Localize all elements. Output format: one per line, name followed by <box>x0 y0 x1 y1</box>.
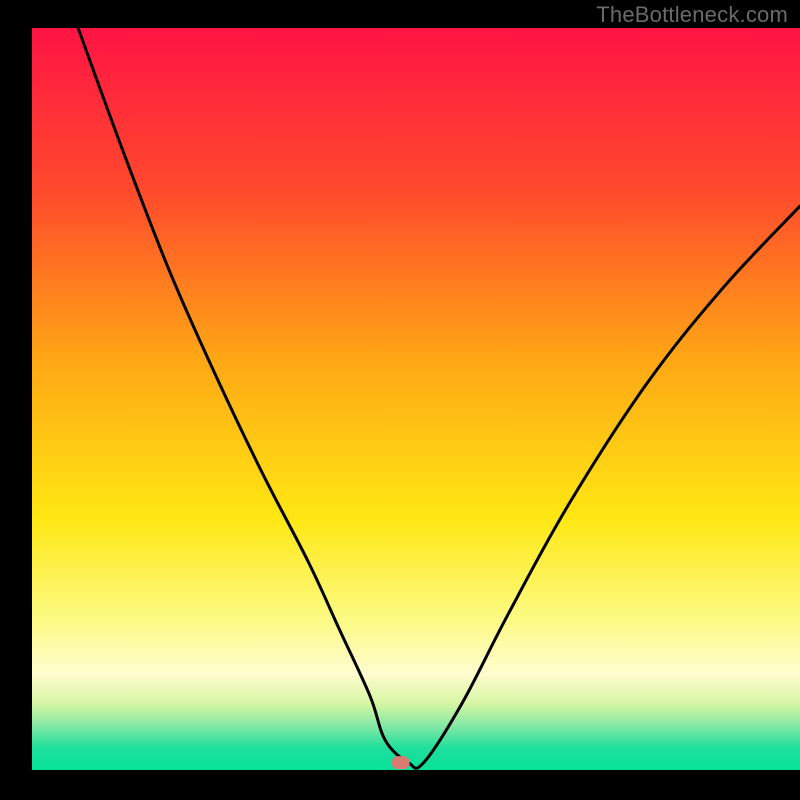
optimal-marker <box>392 756 410 769</box>
watermark-text: TheBottleneck.com <box>596 2 788 28</box>
bottleneck-chart <box>0 0 800 800</box>
chart-frame: { "watermark": "TheBottleneck.com", "cha… <box>0 0 800 800</box>
plot-background <box>32 28 800 770</box>
